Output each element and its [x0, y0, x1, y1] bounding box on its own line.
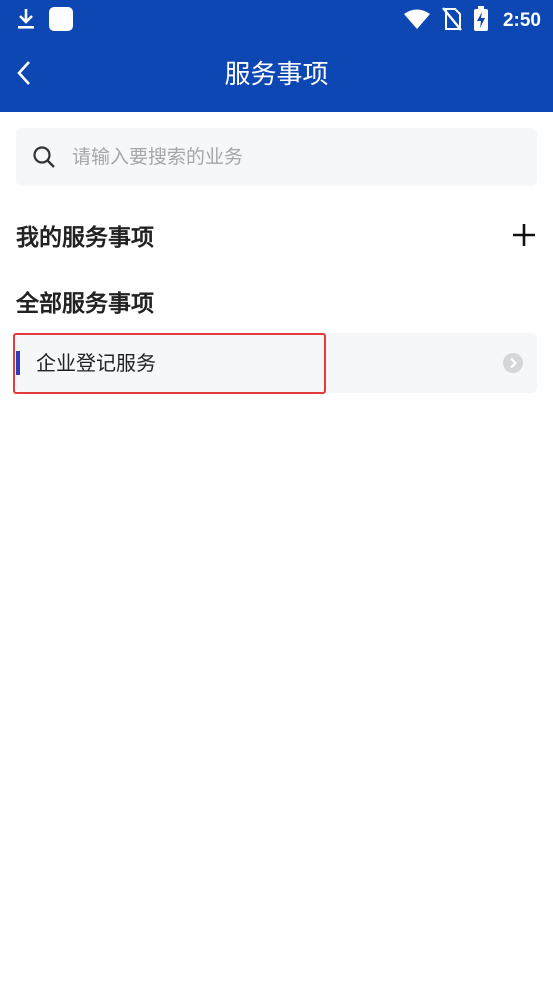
chevron-left-icon: [14, 59, 34, 91]
page-title: 服务事项: [224, 60, 329, 90]
search-icon: [32, 145, 56, 173]
battery-charging-icon: [473, 6, 489, 36]
chevron-right-circle-icon: [503, 353, 523, 373]
add-service-button[interactable]: [509, 220, 539, 250]
plus-icon: [509, 224, 539, 254]
back-button[interactable]: [6, 55, 42, 95]
wifi-icon: [403, 8, 431, 34]
status-time: 2:50: [502, 10, 541, 31]
service-item-label: 企业登记服务: [36, 351, 156, 375]
nav-bar: 服务事项: [0, 38, 553, 112]
status-bar: 2:50: [0, 0, 553, 38]
no-sim-icon: [441, 6, 463, 36]
app-header: 2:50 服务事项: [0, 0, 553, 112]
search-input[interactable]: [72, 128, 512, 186]
item-accent-bar: [16, 351, 20, 375]
all-services-heading: 全部服务事项: [16, 291, 154, 317]
download-icon: [16, 7, 36, 35]
my-services-heading: 我的服务事项: [16, 225, 154, 251]
search-bar[interactable]: [16, 128, 537, 186]
app-notification-icon: [48, 6, 74, 36]
service-item-enterprise-registration[interactable]: 企业登记服务: [16, 333, 537, 393]
